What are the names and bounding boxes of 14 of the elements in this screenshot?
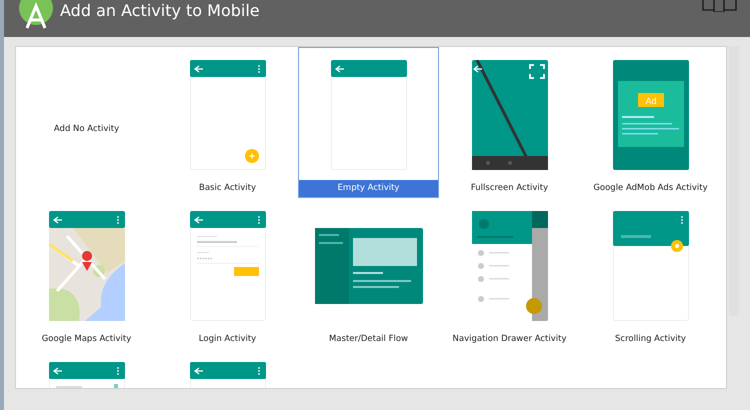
window-title: Add an Activity to Mobile	[60, 1, 260, 21]
activity-tile[interactable]: Scrolling Activity	[580, 198, 721, 349]
activity-tile[interactable]: Add No Activity	[16, 47, 157, 198]
activity-tile[interactable]: Login Activity	[157, 198, 298, 349]
activity-tile[interactable]: Google Maps Activity	[16, 198, 157, 349]
activity-tile[interactable]: Navigation Drawer Activity	[439, 198, 580, 349]
book-icon	[702, 0, 738, 12]
admob-activity-drawing: Ad	[612, 60, 688, 170]
android-logo-icon	[18, 0, 54, 30]
activity-tile[interactable]: Basic Activity	[157, 47, 298, 198]
activity-tile[interactable]: Master/Detail Flow	[298, 198, 439, 349]
activity-tile[interactable]: Ad Google AdMob Ads Activity	[580, 47, 721, 198]
activity-tile[interactable]: Empty Activity	[298, 47, 439, 198]
activity-tile[interactable]: Fullscreen Activity	[439, 47, 580, 198]
